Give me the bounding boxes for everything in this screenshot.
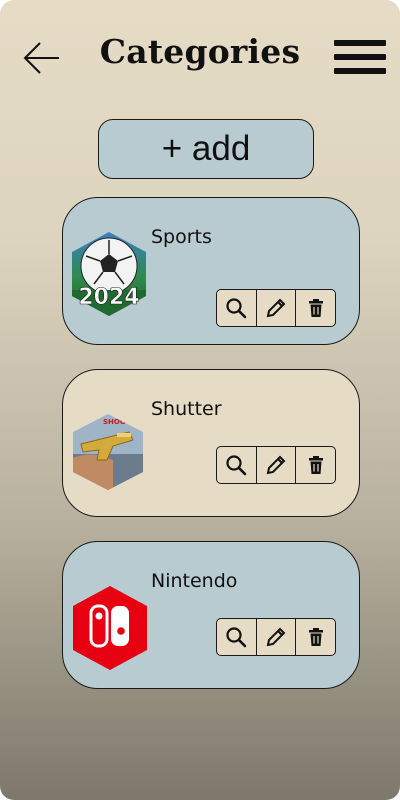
category-name: Sports (151, 226, 212, 248)
add-category-button[interactable]: + add (98, 119, 314, 179)
edit-button[interactable] (255, 290, 296, 326)
category-card-shutter[interactable]: SHOOT Shutter (62, 369, 360, 517)
trash-icon (308, 456, 323, 474)
category-actions (216, 289, 336, 327)
edit-button[interactable] (255, 619, 296, 655)
shutter-category-image: SHOOT (73, 414, 143, 490)
search-icon (226, 455, 247, 476)
delete-button[interactable] (295, 447, 335, 483)
category-name: Nintendo (151, 570, 238, 592)
delete-button[interactable] (295, 619, 335, 655)
sports-image-year: 2024 (78, 285, 139, 310)
search-button[interactable] (217, 290, 256, 326)
pencil-icon (266, 298, 286, 318)
search-button[interactable] (217, 447, 256, 483)
delete-button[interactable] (295, 290, 335, 326)
category-card-nintendo[interactable]: Nintendo (62, 541, 360, 689)
category-actions (216, 618, 336, 656)
category-actions (216, 446, 336, 484)
pencil-icon (266, 627, 286, 647)
categories-screen: Categories + add 2024 Sports SHOOT Shutt… (0, 0, 400, 800)
category-card-sports[interactable]: 2024 Sports (62, 197, 360, 345)
header: Categories (0, 0, 400, 110)
menu-button[interactable] (334, 38, 388, 78)
category-name: Shutter (151, 398, 222, 420)
search-button[interactable] (217, 619, 256, 655)
search-icon (226, 298, 247, 319)
trash-icon (308, 299, 323, 317)
search-icon (226, 627, 247, 648)
pencil-icon (266, 455, 286, 475)
trash-icon (308, 628, 323, 646)
sports-category-image: 2024 (72, 232, 146, 316)
nintendo-category-image (73, 586, 147, 670)
svg-text:SHOOT: SHOOT (103, 418, 131, 426)
hamburger-menu-icon (334, 40, 386, 46)
edit-button[interactable] (255, 447, 296, 483)
